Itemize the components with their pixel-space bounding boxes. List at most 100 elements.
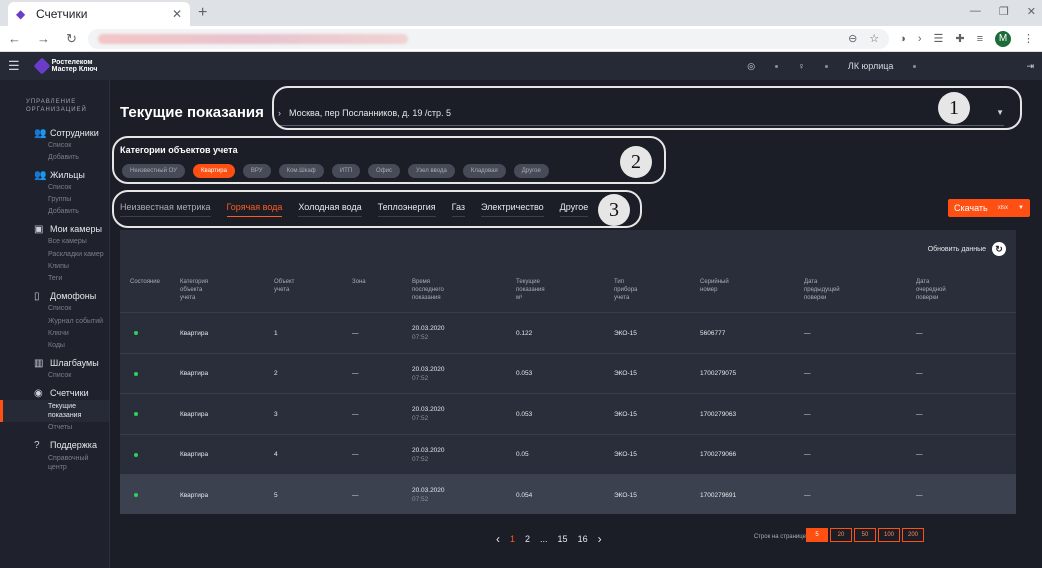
cell-value-value: 0.122: [516, 329, 533, 337]
cell-serial: 1700279063: [700, 394, 736, 434]
table-row[interactable]: Квартира 4 — 20.03.2020 07:52 0.05 ЭКО-15 17002…: [120, 433, 1016, 475]
logo[interactable]: Ростелеком Мастер Ключ: [33, 57, 98, 75]
page-size-option[interactable]: 5: [806, 528, 828, 542]
sidebar-item[interactable]: Ключи: [0, 328, 109, 340]
sidebar-item[interactable]: Теги: [0, 273, 109, 285]
download-button[interactable]: Скачать xlsx ▼: [947, 199, 1030, 217]
sidebar-item[interactable]: Группы: [0, 194, 109, 206]
table-row[interactable]: Квартира 1 — 20.03.2020 07:52 0.122 ЭКО-15 5606…: [120, 312, 1016, 352]
refresh-data-button[interactable]: Обновить данные ↻: [928, 242, 1006, 256]
cell-type-value: ЭКО-15: [614, 491, 637, 499]
sidebar-section-4[interactable]: ▥ Шлагбаумы: [0, 356, 109, 370]
sidebar-section-0[interactable]: 👥 Сотрудники: [0, 126, 109, 140]
sidebar-section-label: Мои камеры: [50, 224, 102, 234]
sidebar-item[interactable]: Список: [0, 370, 109, 382]
minimize-icon[interactable]: —: [970, 5, 981, 18]
sidebar-item[interactable]: Текущие показания: [0, 400, 109, 422]
sidebar-item[interactable]: Список: [0, 140, 109, 152]
app-favicon-icon: ◆: [16, 7, 26, 21]
page-link[interactable]: 1: [510, 534, 515, 544]
sidebar-item[interactable]: Клипы: [0, 261, 109, 273]
media-queue-icon[interactable]: ≡: [977, 33, 983, 45]
sidebar-item[interactable]: Добавить: [0, 206, 109, 218]
cell-serial-value: 1700279691: [700, 491, 737, 499]
table-row[interactable]: Квартира 3 — 20.03.2020 07:52 0.053 ЭКО-15 1700…: [120, 393, 1016, 433]
forward-icon[interactable]: →: [37, 31, 50, 47]
chevron-down-icon[interactable]: ▼: [1018, 205, 1024, 211]
sidebar-item[interactable]: Список: [0, 182, 109, 194]
page-size-option[interactable]: 50: [854, 528, 876, 542]
cell-serial: 1700279075: [700, 354, 736, 394]
page-link[interactable]: 2: [525, 534, 530, 544]
microphone-icon[interactable]: ♀: [798, 61, 805, 71]
cell-category: Квартира: [180, 354, 208, 394]
support-icon[interactable]: ◎: [747, 61, 755, 72]
cell-zone-value: —: [352, 491, 359, 499]
zoom-icon[interactable]: ⊖: [848, 32, 857, 45]
close-tab-icon[interactable]: ✕: [172, 7, 182, 21]
sidebar-section-6[interactable]: ? Поддержка: [0, 438, 109, 452]
sidebar-section-3[interactable]: ▯ Домофоны: [0, 289, 109, 303]
back-icon[interactable]: ←: [8, 31, 21, 47]
browser-tab-title: Счетчики: [36, 7, 88, 21]
cell-object: 4: [274, 435, 278, 475]
sidebar-item[interactable]: Коды: [0, 340, 109, 352]
hamburger-menu-icon[interactable]: ☰: [8, 58, 20, 74]
sidebar-item[interactable]: Список: [0, 303, 109, 315]
cell-category-value: Квартира: [180, 329, 209, 337]
sidebar-item[interactable]: Добавить: [0, 152, 109, 164]
logout-icon[interactable]: ⇥: [1026, 61, 1034, 72]
sidebar-item[interactable]: Справочный центр: [0, 452, 109, 474]
kebab-menu-icon[interactable]: ⋮: [1023, 32, 1034, 45]
new-tab-button[interactable]: +: [198, 4, 207, 22]
sidebar-item[interactable]: Все камеры: [0, 236, 109, 248]
status-dot-icon: [134, 412, 138, 416]
cell-value: 0.054: [516, 475, 532, 515]
table-row[interactable]: Квартира 2 — 20.03.2020 07:52 0.053 ЭКО-15 1700…: [120, 352, 1016, 394]
sidebar-section-2[interactable]: ▣ Мои камеры: [0, 222, 109, 236]
sidebar-item[interactable]: Отчеты: [0, 422, 109, 434]
cell-time-value: 07:52: [412, 334, 429, 341]
chevron-left-icon[interactable]: ‹: [496, 532, 500, 546]
chevron-right-icon[interactable]: ›: [598, 532, 602, 546]
annotation-number-1: 1: [938, 92, 970, 124]
page-link[interactable]: 16: [578, 534, 588, 544]
column-header: Время последнего показания: [412, 279, 444, 301]
cell-next: —: [916, 313, 923, 353]
sidebar-section-label: Жильцы: [50, 170, 85, 180]
users-icon: 👥: [34, 127, 47, 139]
close-window-icon[interactable]: ✕: [1027, 5, 1036, 18]
profile-avatar[interactable]: M: [995, 30, 1011, 47]
cell-object: 1: [274, 313, 278, 353]
restore-icon[interactable]: ❐: [999, 5, 1009, 18]
logo-line2: Мастер Ключ: [51, 66, 98, 73]
cell-object: 3: [274, 394, 278, 434]
column-header: Серийный номер: [700, 279, 729, 293]
column-header: Тип прибора учета: [614, 279, 638, 301]
sidebar-section-1[interactable]: 👥 Жильцы: [0, 168, 109, 182]
puzzle-icon[interactable]: ✚: [955, 32, 964, 45]
residents-icon: 👥: [34, 169, 47, 181]
refresh-icon[interactable]: ↻: [992, 242, 1006, 256]
extension-arrow-icon[interactable]: ›: [918, 33, 922, 45]
sidebar: УПРАВЛЕНИЕ ОРГАНИЗАЦИЕЙ 👥 Сотрудники Списо…: [0, 80, 110, 568]
page-size-option[interactable]: 200: [902, 528, 924, 542]
account-name[interactable]: ЛК юрлица: [848, 61, 894, 71]
extension-icon[interactable]: ◑: [899, 33, 906, 45]
sidebar-section-5[interactable]: ◉ Счетчики: [0, 386, 109, 400]
page-size-option[interactable]: 100: [878, 528, 900, 542]
extension-list-icon[interactable]: ☰: [933, 32, 943, 45]
bookmark-star-icon[interactable]: ☆: [869, 32, 879, 45]
sidebar-item[interactable]: Раскладки камер: [0, 248, 109, 261]
browser-tabbar: ◆ Счетчики ✕ + — ❐ ✕: [0, 0, 1042, 26]
page-size-option[interactable]: 20: [830, 528, 852, 542]
browser-tab[interactable]: ◆ Счетчики ✕: [8, 2, 190, 26]
table-row[interactable]: Квартира 5 — 20.03.2020 07:52 0.054 ЭКО-15 1700…: [120, 474, 1016, 514]
cell-category-value: Квартира: [180, 410, 209, 418]
reload-icon[interactable]: ↻: [66, 31, 77, 47]
cell-prev-value: —: [804, 491, 811, 499]
sidebar-item[interactable]: Журнал событий: [0, 315, 109, 328]
cell-next-value: —: [916, 451, 923, 458]
page-link[interactable]: 15: [558, 534, 568, 544]
address-bar[interactable]: ⊖ ☆: [88, 28, 890, 49]
